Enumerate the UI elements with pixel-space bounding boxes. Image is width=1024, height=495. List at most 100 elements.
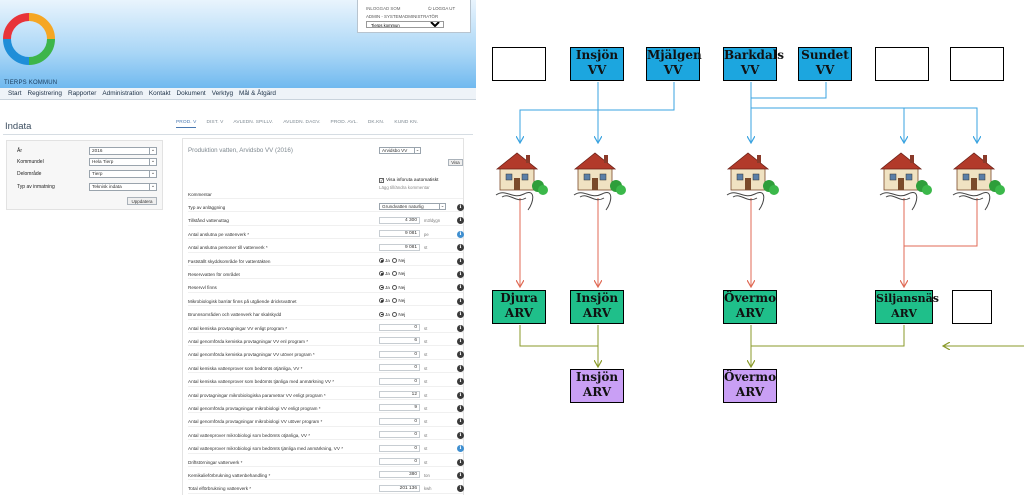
number-input[interactable]: 201 136 — [379, 484, 420, 492]
menu-item-kontakt[interactable]: Kontakt — [149, 90, 171, 97]
info-icon[interactable]: i — [457, 270, 464, 278]
number-input[interactable]: 9 — [379, 404, 420, 412]
menu-item-rapporter[interactable]: Rapporter — [68, 90, 96, 97]
number-input[interactable]: 0 — [379, 350, 420, 358]
tab-prod-v[interactable]: PROD. V — [176, 120, 197, 128]
info-icon[interactable]: i — [457, 485, 464, 493]
info-icon[interactable]: i — [457, 337, 464, 345]
info-icon[interactable]: i — [457, 230, 464, 238]
box-kind: VV — [740, 63, 760, 77]
info-icon[interactable]: i — [457, 471, 464, 479]
tab-dk-kn[interactable]: DK.KN. — [368, 120, 385, 128]
info-icon[interactable]: i — [457, 431, 464, 439]
tab-prod-avl[interactable]: PROD. AVL. — [331, 120, 358, 128]
info-icon[interactable]: i — [457, 418, 464, 426]
row-label: Antal kemiska vattenprover som bedömts t… — [188, 379, 335, 385]
number-input[interactable]: 0 — [379, 417, 420, 425]
menu-item-verktyg[interactable]: Verktyg — [212, 90, 233, 97]
visa-button[interactable]: Visa — [448, 159, 463, 166]
yes-no-radio[interactable]: Ja Nej — [379, 284, 405, 290]
row-label: Antal genomförda kemiska provtagningar V… — [188, 352, 315, 358]
number-input[interactable]: 0 — [379, 377, 420, 385]
info-icon[interactable]: i — [457, 391, 464, 399]
info-icon[interactable]: i — [457, 351, 464, 359]
user-box: INLOGGAD SOM ⏻ LOGGA UT ADMIN - SYSTEMAD… — [357, 0, 471, 33]
number-input[interactable]: 6 — [379, 337, 420, 345]
delomrade-select[interactable]: Tierp ⌄ — [89, 170, 157, 178]
filter-label: Delområde — [17, 171, 42, 177]
inmatning-select[interactable]: Teknisk indata ⌄ — [89, 183, 157, 191]
auto-info-checkbox[interactable]: ✓ Visa inforuta automatiskt — [379, 178, 438, 183]
info-icon[interactable]: i — [457, 203, 464, 211]
supply-line-mjalgen-vv — [598, 82, 675, 111]
municipality-select[interactable]: Tierps kommun — [366, 21, 444, 28]
box-kind: ARV — [891, 307, 917, 320]
number-input[interactable]: 0 — [379, 458, 420, 465]
tab-kund-kn[interactable]: KUND KN. — [394, 120, 418, 128]
update-button[interactable]: Uppdatera — [127, 197, 157, 205]
box-kind: ARV — [582, 306, 612, 320]
box-kind: ARV — [504, 306, 534, 320]
source-box-mjalgen-vv: Mjälgen VV — [646, 47, 702, 81]
info-icon[interactable]: i — [457, 445, 464, 453]
info-icon[interactable]: i — [457, 244, 464, 252]
house-icon — [573, 152, 626, 211]
supply-line-east — [751, 107, 977, 142]
number-input[interactable]: 9 081 — [379, 230, 420, 238]
info-icon[interactable]: i — [457, 364, 464, 372]
type-select[interactable]: Grundvatten naturlig ⌄ — [379, 203, 446, 211]
menu-item-mal-atgard[interactable]: Mål & Åtgärd — [239, 90, 276, 97]
number-input[interactable]: 9 081 — [379, 243, 420, 251]
number-input[interactable]: 0 — [379, 324, 420, 331]
row-label: Fastställt skyddsområde för vattentäkten — [188, 258, 271, 264]
tab-dist-v[interactable]: DIST. V — [206, 120, 223, 128]
unit-label: st — [424, 379, 428, 385]
tab-avledn-spillv[interactable]: AVLEDN. SPILLV. — [233, 120, 273, 128]
chevron-down-icon: ⌄ — [414, 147, 420, 154]
filter-label: Typ av inmatning — [17, 184, 55, 190]
info-icon[interactable]: i — [457, 217, 464, 225]
info-icon[interactable]: i — [457, 311, 464, 319]
number-input[interactable]: 4 300 — [379, 216, 420, 224]
menu-item-start[interactable]: Start — [8, 90, 22, 97]
radio-no-label: Nej — [398, 298, 406, 304]
info-icon[interactable]: i — [457, 458, 464, 466]
filter-row-inmatning: Typ av inmatning Teknisk indata ⌄ — [17, 183, 167, 191]
info-icon[interactable]: i — [457, 404, 464, 412]
house-icon — [495, 152, 548, 211]
facility-select[interactable]: Arvidsbo VV ⌄ — [379, 147, 421, 154]
kommundel-select[interactable]: Hela Tierp ⌄ — [89, 158, 157, 166]
number-input[interactable]: 0 — [379, 431, 420, 439]
info-icon[interactable]: i — [457, 257, 464, 265]
yes-no-radio[interactable]: Ja Nej — [379, 271, 405, 277]
yes-no-radio[interactable]: Ja Nej — [379, 298, 406, 304]
tab-avledn-dagv[interactable]: AVLEDN. DAGV. — [283, 120, 320, 128]
menu-item-dokument[interactable]: Dokument — [177, 90, 206, 97]
sewage-lines — [520, 198, 978, 286]
number-input[interactable]: 0 — [379, 364, 420, 372]
logout-link[interactable]: ⏻ LOGGA UT — [428, 6, 455, 11]
info-icon[interactable]: i — [457, 378, 464, 386]
unit-label: m3/dygn — [424, 218, 441, 224]
info-icon[interactable]: i — [457, 284, 464, 292]
yes-no-radio[interactable]: Ja Nej — [379, 311, 406, 317]
radio-selected-icon — [379, 284, 384, 290]
number-input[interactable]: 380 — [379, 471, 420, 479]
user-role: ADMIN - SYSTEMADMINISTRATÖR — [366, 14, 439, 19]
number-input[interactable]: 0 — [379, 444, 420, 452]
form-row: Reservvatten för området Ja Nej i — [188, 270, 464, 280]
radio-no-label: Nej — [398, 311, 406, 317]
radio-yes-label: Ja — [385, 311, 390, 317]
year-select[interactable]: 2016 ⌄ — [89, 147, 157, 155]
menu-item-registrering[interactable]: Registrering — [28, 90, 62, 97]
menu-item-administration[interactable]: Administration — [102, 90, 143, 97]
form-row: Typ av anläggning Grundvatten naturlig ⌄ i — [188, 203, 464, 213]
row-label: Reservvl finns — [188, 285, 217, 291]
number-input[interactable]: 12 — [379, 391, 420, 398]
form-row: Brunnsområden och vattenverk har skalsky… — [188, 311, 464, 320]
form-row: Reservvl finns Ja Nej i — [188, 284, 464, 293]
info-icon[interactable]: i — [457, 297, 464, 305]
filter-row-delomrade: Delområde Tierp ⌄ — [17, 170, 167, 178]
info-icon[interactable]: i — [457, 324, 464, 332]
yes-no-radio[interactable]: Ja Nej — [379, 258, 405, 263]
